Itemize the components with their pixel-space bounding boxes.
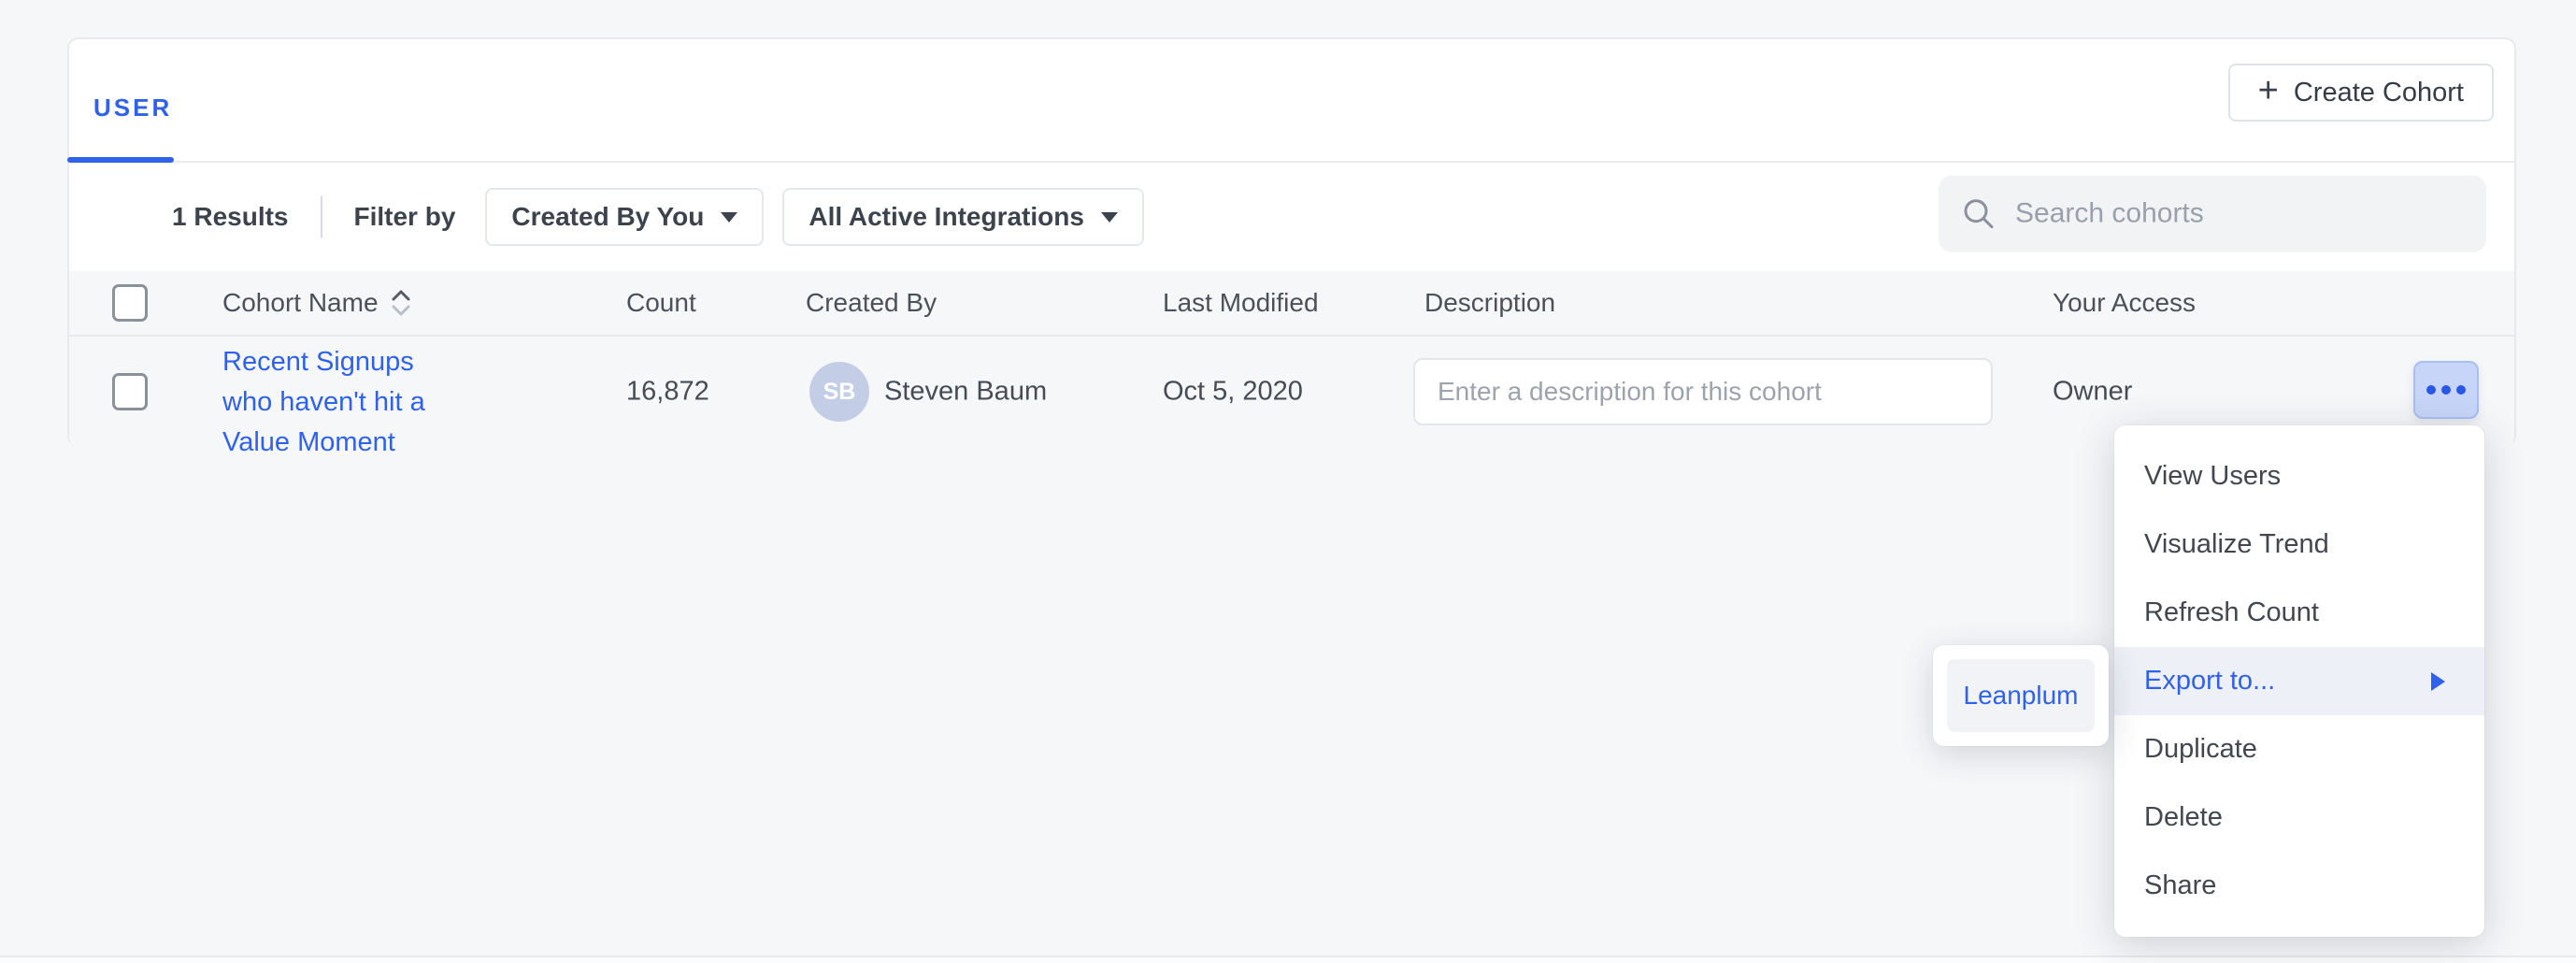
integrations-dropdown[interactable]: All Active Integrations (782, 188, 1144, 246)
integrations-dropdown-label: All Active Integrations (809, 202, 1084, 232)
column-count: Count (626, 288, 696, 318)
cohort-count: 16,872 (626, 377, 709, 408)
search-icon (1961, 196, 1996, 232)
row-checkbox[interactable] (112, 373, 148, 410)
avatar: SB (809, 362, 869, 422)
select-all-checkbox[interactable] (112, 284, 148, 322)
search-cohorts-box (1939, 176, 2486, 252)
menu-item-visualize-trend[interactable]: Visualize Trend (2114, 510, 2484, 579)
sort-icon (390, 288, 412, 318)
tab-user[interactable]: USER (93, 93, 172, 122)
row-context-menu: View Users Visualize Trend Refresh Count… (2114, 425, 2484, 937)
tab-bar: USER + Create Cohort (69, 39, 2514, 163)
chevron-down-icon (1101, 212, 1118, 223)
cohort-name-link[interactable]: Recent Signups who haven't hit a Value M… (222, 342, 465, 463)
column-cohort-name[interactable]: Cohort Name (222, 288, 412, 318)
menu-item-view-users[interactable]: View Users (2114, 442, 2484, 510)
more-options-icon (2456, 385, 2466, 395)
cohort-name-header-label: Cohort Name (222, 288, 379, 318)
menu-item-delete[interactable]: Delete (2114, 783, 2484, 852)
results-count: 1 Results (172, 202, 289, 232)
plus-icon: + (2258, 73, 2279, 108)
more-options-icon (2441, 385, 2451, 395)
bottom-section-divider (0, 956, 2576, 963)
description-input[interactable] (1413, 358, 1993, 425)
submenu-item-leanplum[interactable]: Leanplum (1947, 659, 2095, 732)
vertical-divider (321, 196, 322, 237)
menu-item-share[interactable]: Share (2114, 852, 2484, 920)
more-options-icon (2426, 385, 2436, 395)
created-by-dropdown[interactable]: Created By You (485, 188, 764, 246)
create-cohort-button[interactable]: + Create Cohort (2228, 64, 2494, 122)
created-by-dropdown-label: Created By You (511, 202, 704, 232)
export-submenu: Leanplum (1933, 645, 2109, 746)
cohorts-page: USER + Create Cohort 1 Results Filter by… (0, 0, 2576, 963)
column-description: Description (1424, 288, 1555, 318)
chevron-down-icon (721, 212, 737, 223)
menu-item-export-to[interactable]: Export to... (2114, 647, 2484, 715)
more-options-button[interactable] (2413, 361, 2479, 419)
submenu-arrow-icon (2431, 672, 2445, 691)
menu-item-duplicate[interactable]: Duplicate (2114, 715, 2484, 783)
filter-by-label: Filter by (354, 202, 456, 232)
create-cohort-label: Create Cohort (2294, 78, 2464, 108)
column-created-by: Created By (806, 288, 937, 318)
access-level: Owner (2053, 377, 2132, 408)
menu-item-refresh-count[interactable]: Refresh Count (2114, 579, 2484, 647)
filter-bar: 1 Results Filter by Created By You All A… (69, 163, 2514, 271)
table-header: Cohort Name Count Created By Last Modifi… (69, 271, 2514, 337)
column-last-modified: Last Modified (1163, 288, 1319, 318)
cohorts-card: USER + Create Cohort 1 Results Filter by… (67, 37, 2516, 447)
search-input[interactable] (2015, 198, 2464, 230)
column-your-access: Your Access (2053, 288, 2196, 318)
export-to-label: Export to... (2144, 666, 2275, 697)
creator-name: Steven Baum (884, 377, 1047, 408)
last-modified-date: Oct 5, 2020 (1163, 377, 1303, 408)
